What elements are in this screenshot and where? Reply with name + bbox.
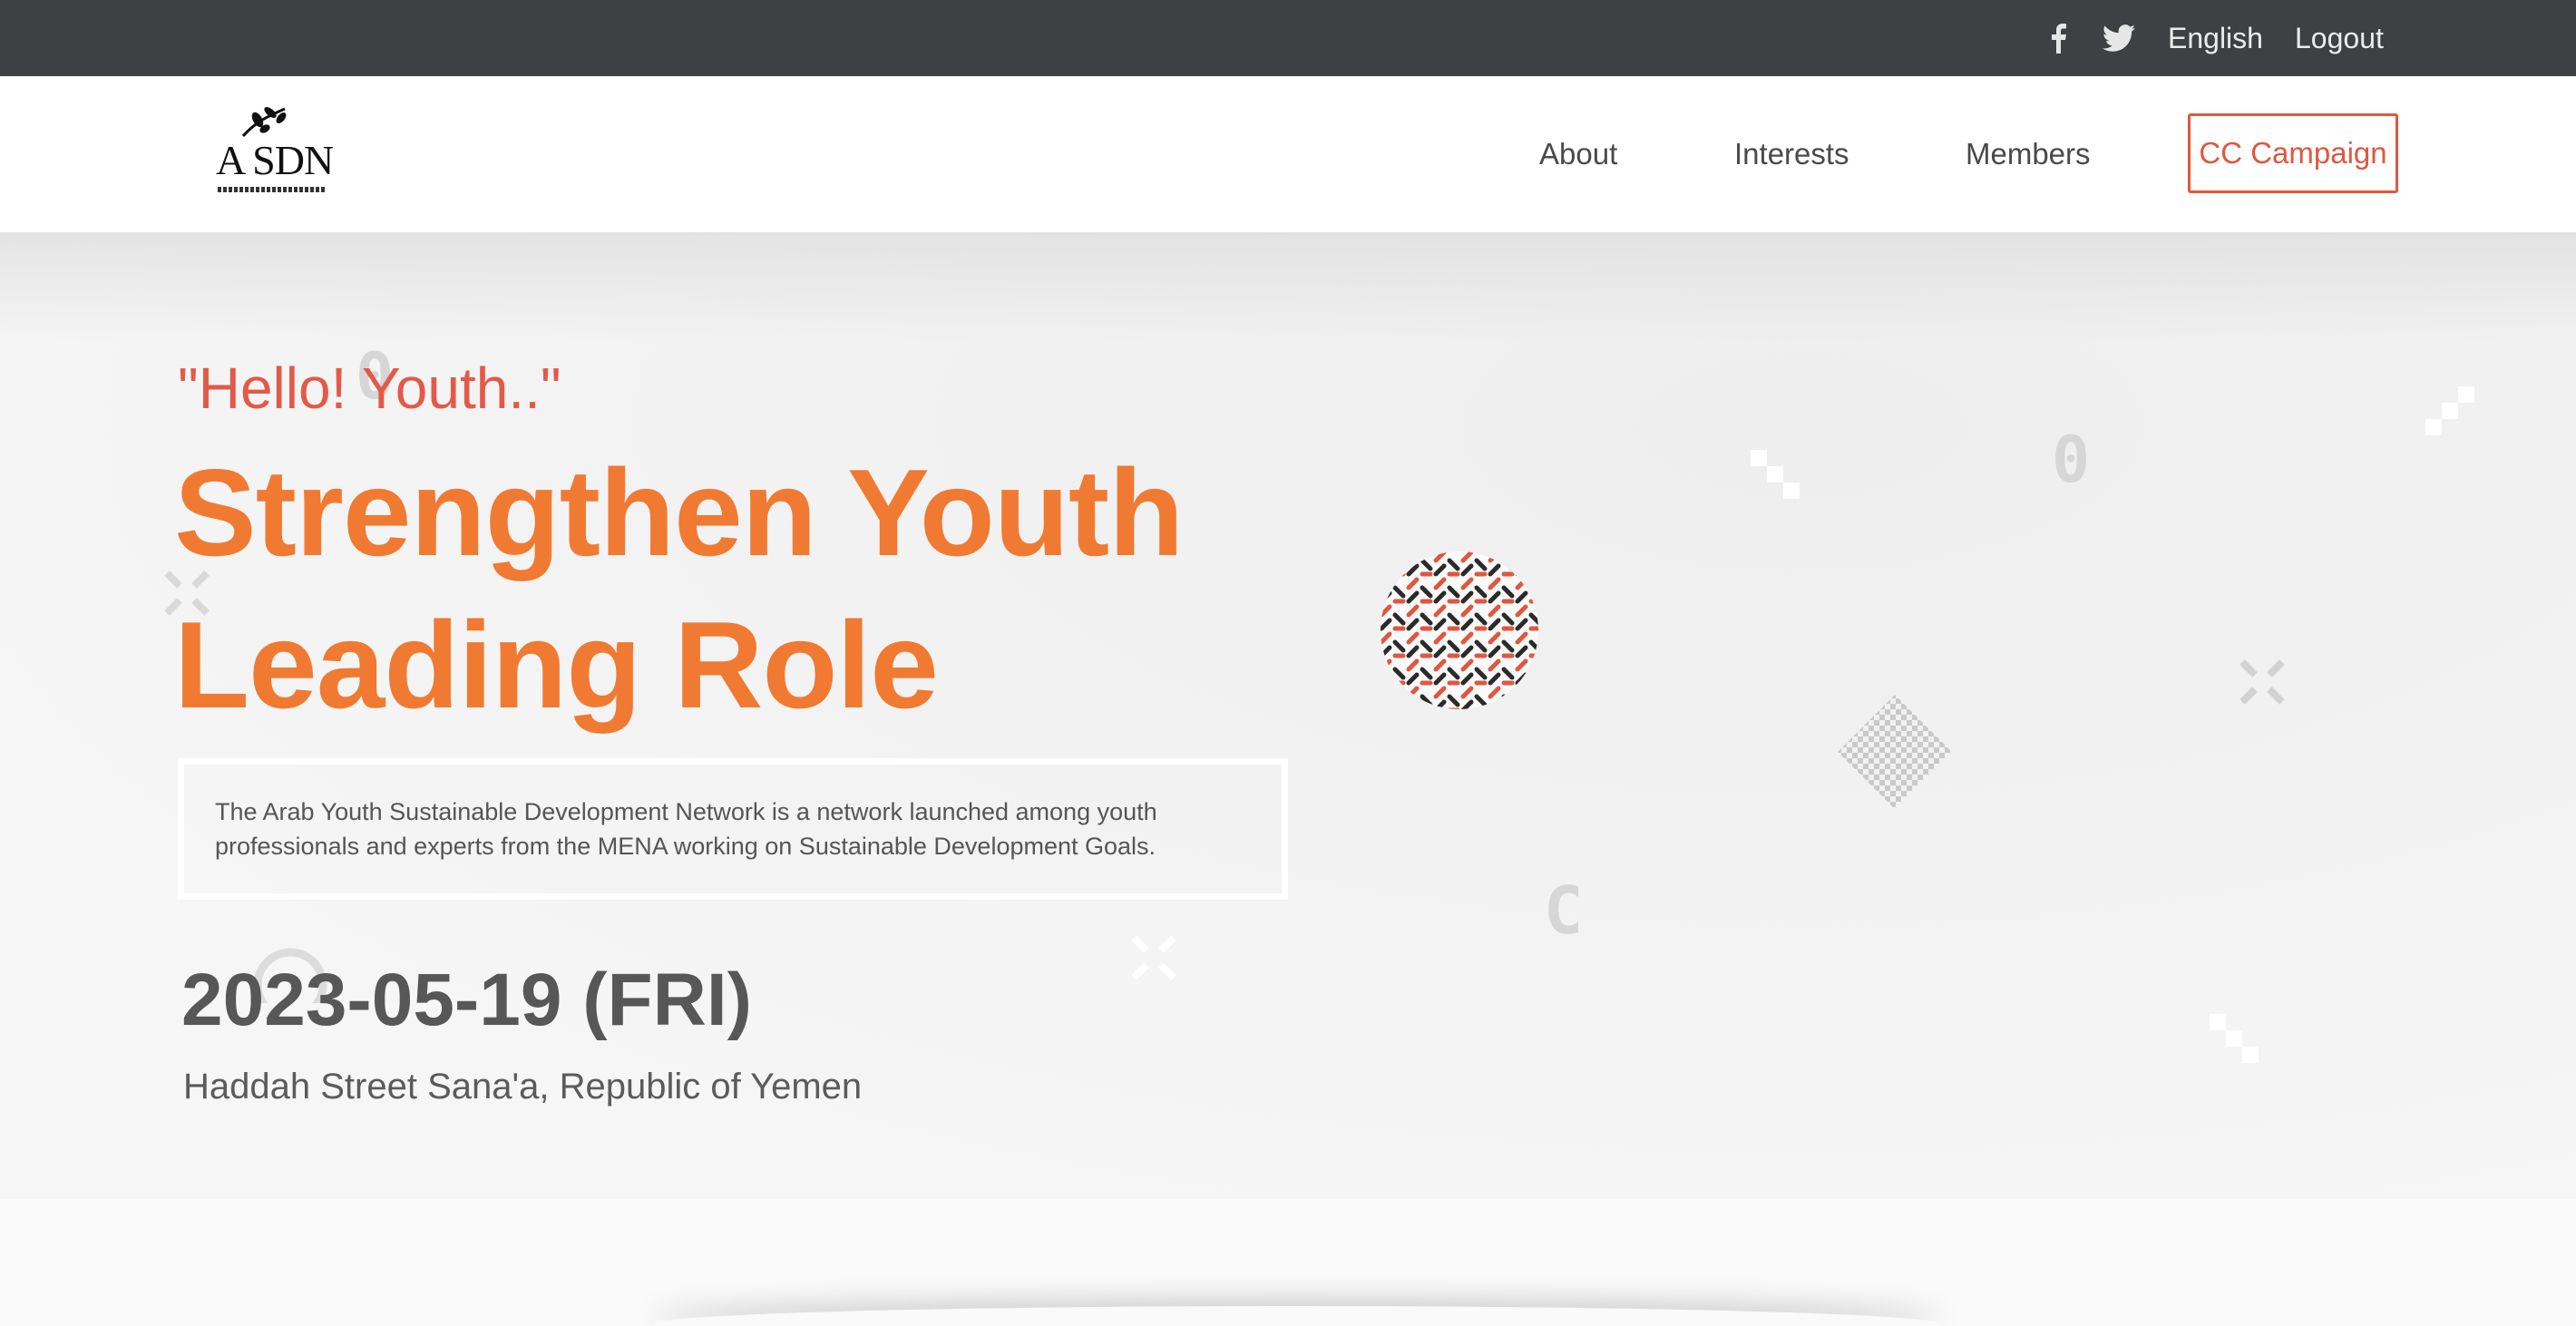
nav-about[interactable]: About xyxy=(1539,76,1617,232)
decorative-diamond-pattern-icon xyxy=(1838,695,1952,809)
logout-link[interactable]: Logout xyxy=(2295,0,2384,76)
site-logo[interactable]: A SDN xyxy=(210,103,337,203)
decorative-x-icon xyxy=(2239,659,2285,705)
event-date: 2023-05-19 (FRI) xyxy=(181,959,752,1041)
hero-description: The Arab Youth Sustainable Development N… xyxy=(215,798,1157,860)
twitter-icon[interactable] xyxy=(2103,0,2135,76)
decorative-c-icon: C xyxy=(1544,873,1584,949)
top-utility-bar: English Logout xyxy=(0,0,2576,76)
nav-members[interactable]: Members xyxy=(1966,76,2091,232)
logo-arabic-subtitle xyxy=(218,187,327,192)
hero-headline-line2: Leading Role xyxy=(174,596,939,734)
event-location: Haddah Street Sana'a, Republic of Yemen xyxy=(183,1067,863,1107)
facebook-icon[interactable] xyxy=(2048,0,2068,76)
decorative-steps-icon xyxy=(2210,1014,2259,1063)
cc-campaign-button[interactable]: CC Campaign xyxy=(2188,113,2398,193)
logo-text: A SDN xyxy=(216,137,334,183)
main-navbar: A SDN About Interests Members CC Campaig… xyxy=(0,76,2576,232)
logo-leaf-icon xyxy=(241,107,287,137)
hero-headline: Strengthen Youth Leading Role xyxy=(174,436,1184,741)
decorative-zero-icon: 0 xyxy=(2052,423,2091,497)
hero-section: 0 0 C "Hello! Youth.." Strengthen Youth … xyxy=(0,232,2576,1199)
hero-description-box: The Arab Youth Sustainable Development N… xyxy=(178,758,1288,900)
decorative-steps-icon xyxy=(2425,386,2474,435)
language-selector[interactable]: English xyxy=(2168,0,2263,76)
nav-interests[interactable]: Interests xyxy=(1734,76,1849,232)
decorative-pattern-circle-icon xyxy=(1381,551,1538,709)
decorative-x-icon xyxy=(1131,935,1176,980)
hero-headline-line1: Strengthen Youth xyxy=(174,444,1184,581)
hero-background-shade xyxy=(0,232,2576,341)
decorative-steps-icon xyxy=(1751,450,1800,499)
hero-tagline: "Hello! Youth.." xyxy=(178,356,561,421)
